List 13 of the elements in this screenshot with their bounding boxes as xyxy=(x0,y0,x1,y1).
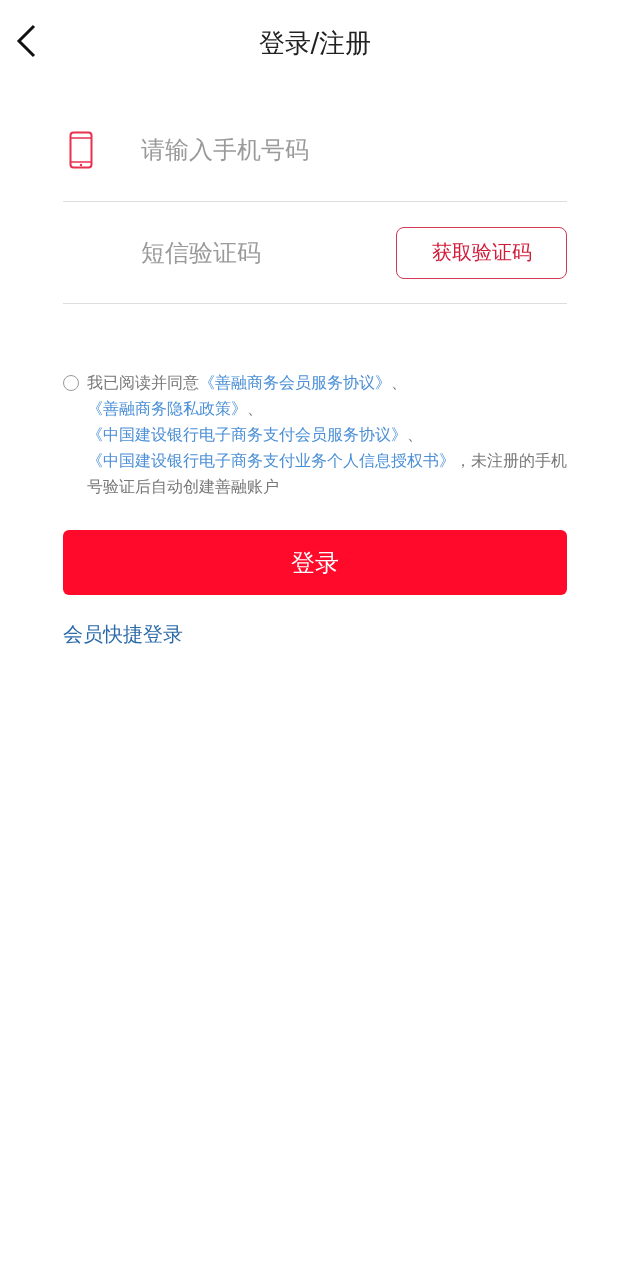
agreement-text: 我已阅读并同意《善融商务会员服务协议》、 《善融商务隐私政策》、 《中国建设银行电子商务支付会员服务协议》、 《中国建设银行电子商务支付业务个人信息授权书》，未注册的手机号验证后自动创建善融账户 xyxy=(87,372,567,498)
phone-number-field[interactable]: 请输入手机号码 xyxy=(141,135,567,164)
agreement-link[interactable]: 《中国建设银行电子商务支付会员服务协议》 xyxy=(87,425,407,444)
phone-icon xyxy=(69,130,93,169)
page-title: 登录/注册 xyxy=(258,26,372,60)
agreement-link[interactable]: 《中国建设银行电子商务支付业务个人信息授权书》 xyxy=(87,451,455,470)
login-button[interactable]: 登录 xyxy=(63,530,567,595)
quick-login-link[interactable]: 会员快捷登录 xyxy=(63,621,183,648)
back-icon[interactable] xyxy=(16,24,36,58)
sms-code-field[interactable]: 短信验证码 xyxy=(141,238,396,267)
get-code-button[interactable]: 获取验证码 xyxy=(396,226,567,279)
agreement-link[interactable]: 《善融商务隐私政策》 xyxy=(87,399,247,418)
agreement-link[interactable]: 《善融商务会员服务协议》 xyxy=(199,373,391,392)
